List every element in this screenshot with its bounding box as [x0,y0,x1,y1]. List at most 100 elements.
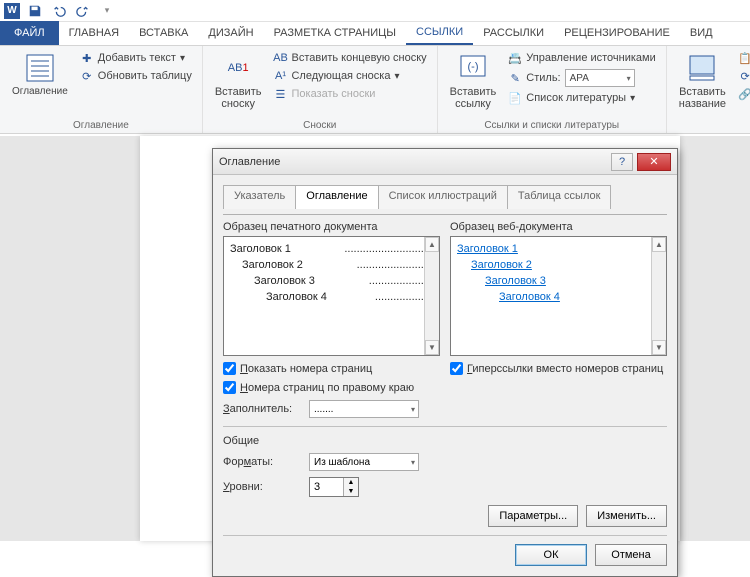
update-captions-button: ⟳Обновить таблицу [736,68,750,84]
bibliography-button[interactable]: 📄Список литературы ▾ [506,90,657,106]
tab-references[interactable]: ССЫЛКИ [406,21,473,45]
tab-figures[interactable]: Список иллюстраций [378,185,508,209]
print-preview-label: Образец печатного документа [223,221,440,233]
tab-view[interactable]: ВИД [680,21,723,45]
tab-index[interactable]: Указатель [223,185,296,209]
toc-icon [24,52,56,84]
tab-insert[interactable]: ВСТАВКА [129,21,198,45]
title-bar: W ▾ [0,0,750,22]
scroll-up-icon[interactable]: ▲ [425,237,439,252]
show-pagenums-label: ППоказать номера страницоказать номера с… [240,363,372,375]
general-label: Общие [223,435,667,447]
modify-button[interactable]: Изменить... [586,505,667,527]
update-toc-button[interactable]: ⟳Обновить таблицу [78,68,194,84]
scroll-down-icon[interactable]: ▼ [425,340,439,355]
cancel-button[interactable]: Отмена [595,544,667,566]
dialog-title: Оглавление [219,156,611,168]
undo-icon[interactable] [50,2,68,20]
group-label-footnotes: Сноски [211,118,429,131]
preview-scrollbar[interactable]: ▲▼ [424,237,439,355]
dialog-titlebar[interactable]: Оглавление ? ✕ [213,149,677,175]
ribbon-group-toc: Оглавление ✚Добавить текст ▾ ⟳Обновить т… [0,46,203,133]
web-link[interactable]: Заголовок 3 [457,273,660,289]
web-link[interactable]: Заголовок 2 [457,257,660,273]
tab-home[interactable]: ГЛАВНАЯ [59,21,129,45]
tab-authorities[interactable]: Таблица ссылок [507,185,612,209]
insert-endnote-button[interactable]: ABВставить концевую сноску [271,50,428,66]
next-footnote-button[interactable]: A¹Следующая сноска ▾ [271,68,428,84]
print-row: Заголовок 1.......................... 1 [230,241,433,257]
ribbon-group-footnotes: AB1 Вставитьсноску ABВставить концевую с… [203,46,438,133]
toc-dialog: Оглавление ? ✕ Указатель Оглавление Спис… [212,148,678,577]
crossref-button[interactable]: 🔗Перекрестная ссылка [736,86,750,102]
tab-review[interactable]: РЕЦЕНЗИРОВАНИЕ [554,21,680,45]
preview-scrollbar[interactable]: ▲▼ [651,237,666,355]
group-label-toc: Оглавление [8,118,194,131]
hyperlinks-label: Гиперссылки вместо номеров страниц [467,363,663,375]
ribbon-tabs: ФАЙЛ ГЛАВНАЯ ВСТАВКА ДИЗАЙН РАЗМЕТКА СТР… [0,22,750,46]
insert-footnote-button[interactable]: AB1 Вставитьсноску [211,50,266,112]
tab-layout[interactable]: РАЗМЕТКА СТРАНИЦЫ [264,21,406,45]
help-icon[interactable]: ? [611,153,633,171]
qat-customize-icon[interactable]: ▾ [98,2,116,20]
insert-caption-button[interactable]: Вставитьназвание [675,50,730,112]
toc-label: Оглавление [12,86,68,97]
insert-citation-button[interactable]: (-) Вставитьссылку [446,50,501,112]
citation-icon: (-) [457,52,489,84]
style-icon: ✎ [508,71,522,85]
print-row: Заголовок 2...................... 3 [230,257,433,273]
footnote-icon: AB1 [222,52,254,84]
ok-button[interactable]: ОК [515,544,587,566]
print-row: Заголовок 4................ 7 [230,289,433,305]
citation-label: Вставитьссылку [450,86,497,110]
refresh-icon: ⟳ [738,69,750,83]
tab-design[interactable]: ДИЗАЙН [198,21,263,45]
web-link[interactable]: Заголовок 1 [457,241,660,257]
scroll-down-icon[interactable]: ▼ [652,340,666,355]
next-icon: A¹ [273,69,287,83]
ribbon-group-captions: Вставитьназвание 📋Список иллюстраций ⟳Об… [667,46,750,133]
web-preview: Заголовок 1 Заголовок 2 Заголовок 3 Заго… [450,236,667,356]
refresh-icon: ⟳ [80,69,94,83]
manage-sources-button[interactable]: 📇Управление источниками [506,50,657,66]
leader-select[interactable]: ....... [309,400,419,418]
scroll-up-icon[interactable]: ▲ [652,237,666,252]
tab-mailings[interactable]: РАССЫЛКИ [473,21,554,45]
formats-label: Форматы: [223,456,303,468]
ribbon: Оглавление ✚Добавить текст ▾ ⟳Обновить т… [0,46,750,134]
save-icon[interactable] [26,2,44,20]
print-row: Заголовок 3.................. 5 [230,273,433,289]
svg-text:(-): (-) [467,61,478,73]
style-select[interactable]: APA [565,69,635,87]
hyperlinks-checkbox[interactable] [450,362,463,375]
formats-select[interactable]: Из шаблона [309,453,419,471]
endnote-icon: AB [273,51,287,65]
web-link[interactable]: Заголовок 4 [457,289,660,305]
ribbon-group-citations: (-) Вставитьссылку 📇Управление источника… [438,46,667,133]
caption-icon [686,52,718,84]
crossref-icon: 🔗 [738,87,750,101]
spin-down-icon[interactable]: ▼ [343,487,358,496]
leader-label: Заполнитель: [223,403,303,415]
toc-button[interactable]: Оглавление [8,50,72,99]
print-preview: Заголовок 1.......................... 1 … [223,236,440,356]
citation-style-row: ✎Стиль: APA [506,68,657,88]
options-button[interactable]: Параметры... [488,505,578,527]
spin-up-icon[interactable]: ▲ [343,478,358,487]
tab-toc[interactable]: Оглавление [295,185,378,209]
show-pagenums-checkbox[interactable] [223,362,236,375]
list-figures-button[interactable]: 📋Список иллюстраций [736,50,750,66]
footnote-label: Вставитьсноску [215,86,262,110]
levels-spinner[interactable]: 3▲▼ [309,477,359,497]
close-icon[interactable]: ✕ [637,153,671,171]
levels-label: Уровни: [223,481,303,493]
redo-icon[interactable] [74,2,92,20]
right-align-label: Номера страниц по правому краю [240,382,414,394]
right-align-checkbox[interactable] [223,381,236,394]
add-text-button[interactable]: ✚Добавить текст ▾ [78,50,194,66]
show-footnotes-button: ☰Показать сноски [271,86,428,102]
dialog-tabs: Указатель Оглавление Список иллюстраций … [223,185,667,209]
file-tab[interactable]: ФАЙЛ [0,21,59,45]
biblio-icon: 📄 [508,91,522,105]
group-label-captions: Названия [675,118,750,131]
